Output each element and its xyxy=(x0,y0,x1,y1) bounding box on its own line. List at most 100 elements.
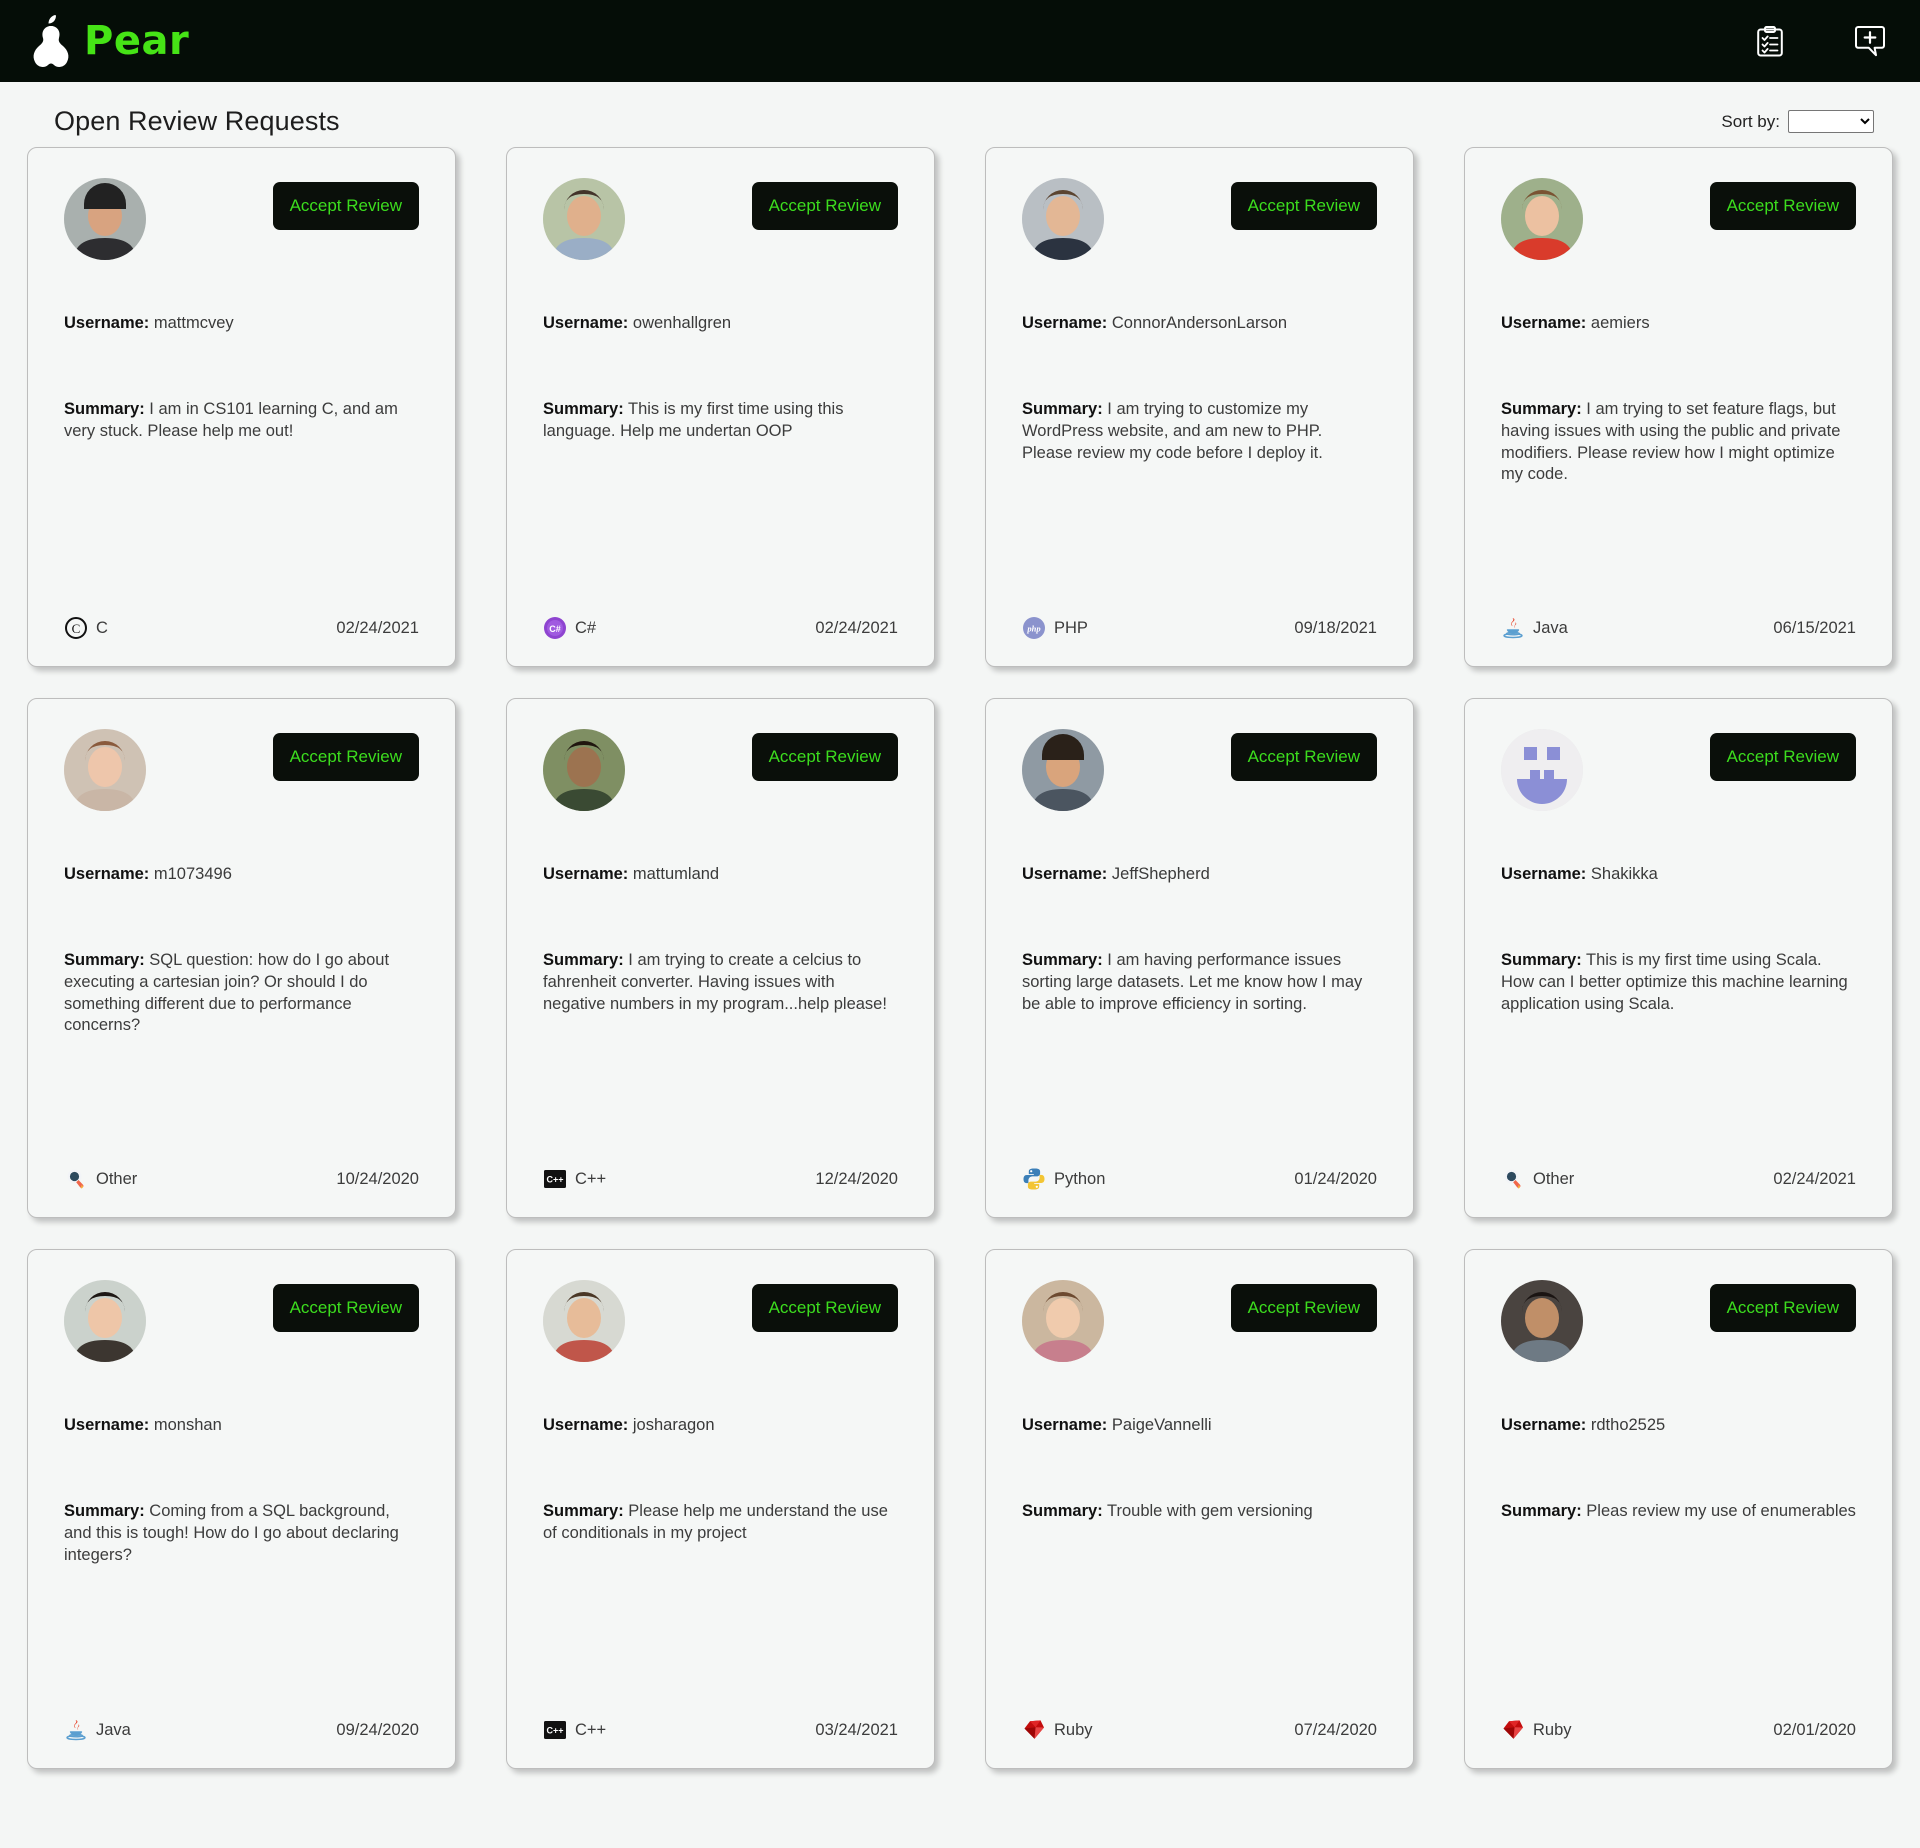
avatar xyxy=(64,178,146,260)
page-title: Open Review Requests xyxy=(54,106,340,136)
language-label: Python xyxy=(1054,1169,1106,1188)
summary-label: Summary: xyxy=(543,1502,624,1520)
card-header: Accept Review xyxy=(1501,178,1856,260)
card-header: Accept Review xyxy=(64,178,419,260)
avatar xyxy=(1501,178,1583,260)
c-language-icon: C xyxy=(65,617,87,639)
summary-label: Summary: xyxy=(64,951,145,969)
username-value: mattumland xyxy=(632,865,720,883)
app-header: Pear xyxy=(0,0,1920,82)
card-footer: Other 02/24/2021 xyxy=(1501,1125,1856,1191)
summary-label: Summary: xyxy=(64,1502,145,1520)
summary-value: Pleas review my use of enumerables xyxy=(1586,1502,1856,1520)
card-footer: Java 06/15/2021 xyxy=(1501,574,1856,640)
avatar xyxy=(1501,1280,1583,1362)
summary-row: Summary: I am trying to set feature flag… xyxy=(1501,399,1856,486)
language-label: C++ xyxy=(575,1169,607,1188)
ruby-language-icon xyxy=(1024,1720,1044,1739)
accept-review-button[interactable]: Accept Review xyxy=(1709,182,1856,230)
request-date: 10/24/2020 xyxy=(336,1169,419,1188)
language-tag: Python xyxy=(1022,1167,1105,1191)
language-tag: php PHP xyxy=(1022,616,1088,640)
accept-review-button[interactable]: Accept Review xyxy=(272,182,419,230)
summary-label: Summary: xyxy=(1022,951,1103,969)
placeholder-avatar-icon xyxy=(1501,729,1583,811)
my-reviews-button[interactable] xyxy=(1720,0,1820,82)
username-row: Username: ConnorAndersonLarson xyxy=(1022,314,1377,333)
accept-review-button[interactable]: Accept Review xyxy=(751,182,898,230)
avatar xyxy=(1022,178,1104,260)
java-language-icon xyxy=(1503,618,1523,639)
review-request-card: Accept Review Username: Shakikka Summary: … xyxy=(1464,698,1893,1218)
summary-label: Summary: xyxy=(1501,400,1582,418)
avatar xyxy=(1501,729,1583,811)
brand-logo[interactable]: Pear xyxy=(28,13,189,69)
username-row: Username: mattumland xyxy=(543,865,898,884)
accept-review-button[interactable]: Accept Review xyxy=(1230,182,1377,230)
review-request-card: Accept Review Username: JeffShepherd Summa… xyxy=(985,698,1414,1218)
accept-review-button[interactable]: Accept Review xyxy=(1709,733,1856,781)
username-row: Username: PaigeVannelli xyxy=(1022,1416,1377,1435)
summary-row: Summary: Pleas review my use of enumerab… xyxy=(1501,1501,1856,1523)
accept-review-button[interactable]: Accept Review xyxy=(751,1284,898,1332)
request-date: 02/01/2020 xyxy=(1773,1720,1856,1739)
language-label: Java xyxy=(96,1720,131,1739)
summary-row: Summary: This is my first time using Sca… xyxy=(1501,950,1856,1015)
summary-label: Summary: xyxy=(543,951,624,969)
language-label: Java xyxy=(1533,618,1568,637)
svg-text:C++: C++ xyxy=(546,1175,563,1185)
card-header: Accept Review xyxy=(64,729,419,811)
username-value: PaigeVannelli xyxy=(1111,1416,1212,1434)
language-label: PHP xyxy=(1054,618,1088,637)
username-value: monshan xyxy=(153,1416,222,1434)
card-header: Accept Review xyxy=(543,178,898,260)
summary-label: Summary: xyxy=(1022,1502,1103,1520)
accept-review-button[interactable]: Accept Review xyxy=(1230,1284,1377,1332)
accept-review-button[interactable]: Accept Review xyxy=(751,733,898,781)
avatar xyxy=(543,1280,625,1362)
language-tag: Ruby xyxy=(1501,1718,1572,1742)
accept-review-button[interactable]: Accept Review xyxy=(272,733,419,781)
username-value: ConnorAndersonLarson xyxy=(1111,314,1288,332)
language-tag: C++ C++ xyxy=(543,1167,606,1191)
username-row: Username: mattmcvey xyxy=(64,314,419,333)
summary-row: Summary: Coming from a SQL background, a… xyxy=(64,1501,419,1566)
username-label: Username: xyxy=(543,865,629,883)
summary-label: Summary: xyxy=(1501,951,1582,969)
card-footer: C# C# 02/24/2021 xyxy=(543,574,898,640)
username-label: Username: xyxy=(64,314,150,332)
svg-text:C#: C# xyxy=(549,624,561,634)
language-tag: C++ C++ xyxy=(543,1718,606,1742)
new-request-button[interactable] xyxy=(1820,0,1920,82)
review-request-card: Accept Review Username: owenhallgren Summa… xyxy=(506,147,935,667)
username-label: Username: xyxy=(543,314,629,332)
username-value: JeffShepherd xyxy=(1111,865,1210,883)
accept-review-button[interactable]: Accept Review xyxy=(272,1284,419,1332)
card-header: Accept Review xyxy=(1022,1280,1377,1362)
avatar xyxy=(1022,729,1104,811)
review-request-grid: Accept Review Username: mattmcvey Summary:… xyxy=(0,147,1920,1799)
python-language-icon xyxy=(1023,1168,1045,1190)
summary-row: Summary: SQL question: how do I go about… xyxy=(64,950,419,1037)
accept-review-button[interactable]: Accept Review xyxy=(1709,1284,1856,1332)
summary-label: Summary: xyxy=(543,400,624,418)
card-footer: Ruby 07/24/2020 xyxy=(1022,1676,1377,1742)
language-label: Ruby xyxy=(1533,1720,1572,1739)
user-avatar-photo xyxy=(543,1280,625,1362)
sort-select[interactable] xyxy=(1788,110,1874,133)
review-request-card: Accept Review Username: ConnorAndersonLar… xyxy=(985,147,1414,667)
page-header: Open Review Requests Sort by: xyxy=(0,82,1920,147)
card-footer: Ruby 02/01/2020 xyxy=(1501,1676,1856,1742)
language-tag: Other xyxy=(64,1167,137,1191)
summary-value: Trouble with gem versioning xyxy=(1107,1502,1313,1520)
language-tag: Other xyxy=(1501,1167,1574,1191)
accept-review-button[interactable]: Accept Review xyxy=(1230,733,1377,781)
other-language-icon xyxy=(1504,1169,1521,1189)
request-date: 02/24/2021 xyxy=(815,618,898,637)
user-avatar-photo xyxy=(543,178,625,260)
avatar xyxy=(64,729,146,811)
review-request-card: Accept Review Username: rdtho2525 Summary:… xyxy=(1464,1249,1893,1769)
cpp-language-icon: C++ xyxy=(544,1170,566,1188)
language-tag: C# C# xyxy=(543,616,596,640)
avatar xyxy=(64,1280,146,1362)
